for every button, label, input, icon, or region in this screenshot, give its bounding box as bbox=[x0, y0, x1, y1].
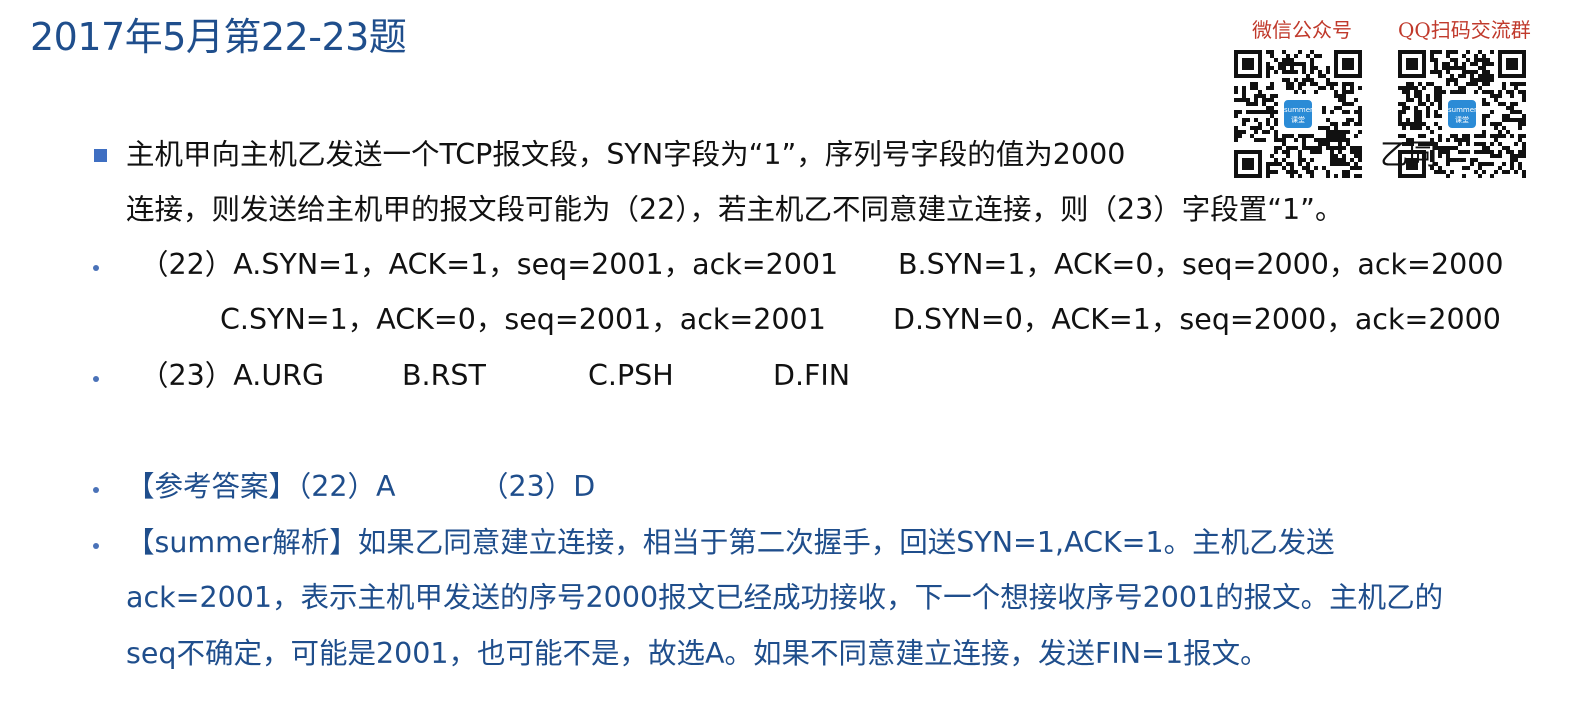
analysis-line-2: ack=2001，表示主机甲发送的序号2000报文已经成功接收，下一个想接收序号… bbox=[126, 581, 1444, 614]
bullet-icon bbox=[93, 487, 99, 493]
option-22-b: B.SYN=1，ACK=0，seq=2000，ack=2000 bbox=[898, 248, 1504, 281]
option-23-b: B.RST bbox=[402, 359, 486, 392]
bullet-icon bbox=[93, 265, 99, 271]
qr-finder-pattern bbox=[1334, 50, 1362, 78]
question-line-1: 主机甲向主机乙发送一个TCP报文段，SYN字段为“1”，序列号字段的值为2000 bbox=[126, 138, 1126, 171]
qr-finder-pattern bbox=[1398, 50, 1426, 78]
answer-part-2: （23）D bbox=[480, 470, 596, 503]
qr-finder-pattern bbox=[1234, 150, 1262, 178]
qr-finder-pattern bbox=[1498, 50, 1526, 78]
qq-caption: QQ扫码交流群 bbox=[1398, 18, 1531, 42]
option-22-a: （22）A.SYN=1，ACK=1，seq=2001，ack=2001 bbox=[140, 248, 839, 281]
summer-logo-icon: summer 课堂 bbox=[1446, 98, 1478, 130]
option-23-d: D.FIN bbox=[773, 359, 851, 392]
question-line-1-tail: 乙同 bbox=[1380, 138, 1438, 171]
option-22-d: D.SYN=0，ACK=1，seq=2000，ack=2000 bbox=[893, 303, 1501, 336]
answer-label: 【参考答案】（22）A bbox=[126, 470, 396, 503]
bullet-icon bbox=[93, 376, 99, 382]
wechat-qr-code[interactable]: summer 课堂 bbox=[1234, 50, 1362, 178]
analysis-line-1: 【summer解析】如果乙同意建立连接，相当于第二次握手，回送SYN=1,ACK… bbox=[126, 526, 1335, 559]
page-title: 2017年5月第22-23题 bbox=[30, 15, 407, 59]
square-bullet-icon bbox=[94, 149, 107, 162]
option-23-a: （23）A.URG bbox=[140, 359, 325, 392]
qr-finder-pattern bbox=[1234, 50, 1262, 78]
question-line-2: 连接，则发送给主机甲的报文段可能为（22），若主机乙不同意建立连接，则（23）字… bbox=[126, 193, 1344, 226]
wechat-caption: 微信公众号 bbox=[1252, 18, 1352, 42]
option-22-c: C.SYN=1，ACK=0，seq=2001，ack=2001 bbox=[220, 303, 826, 336]
option-23-c: C.PSH bbox=[588, 359, 674, 392]
bullet-icon bbox=[93, 543, 99, 549]
summer-logo-icon: summer 课堂 bbox=[1282, 98, 1314, 130]
analysis-line-3: seq不确定，可能是2001，也可能不是，故选A。如果不同意建立连接，发送FIN… bbox=[126, 637, 1269, 670]
